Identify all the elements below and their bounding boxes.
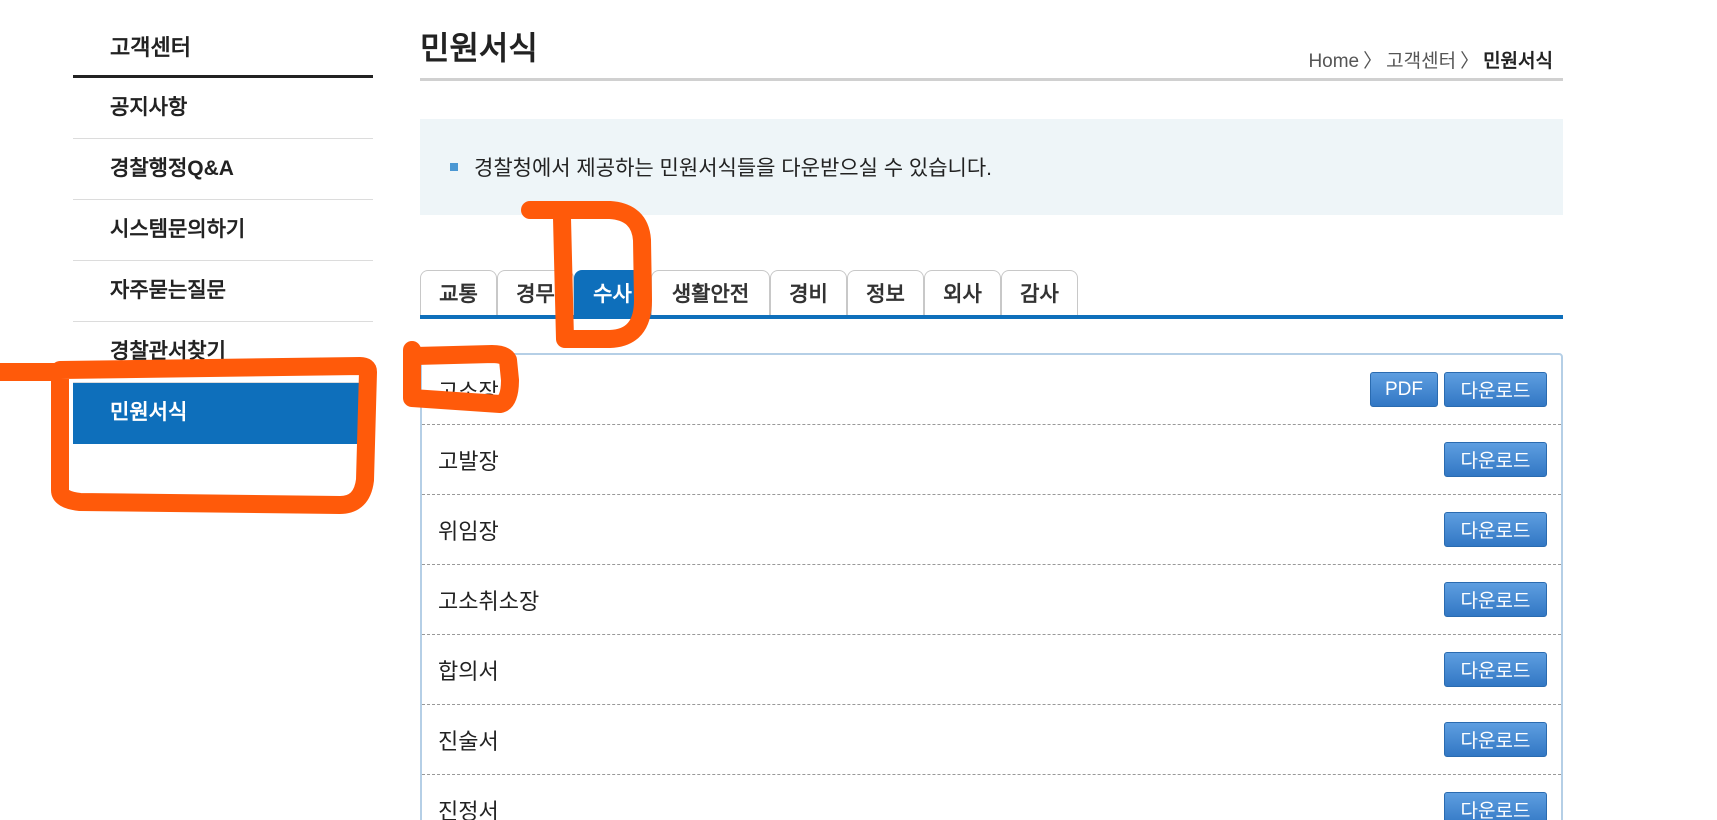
form-name: 진술서 <box>438 728 499 754</box>
download-button[interactable]: 다운로드 <box>1444 442 1547 477</box>
tab-intelligence[interactable]: 정보 <box>847 270 924 315</box>
download-button[interactable]: 다운로드 <box>1444 512 1547 547</box>
breadcrumb-customer-center[interactable]: 고객센터 <box>1386 51 1456 72</box>
tab-public-safety[interactable]: 생활안전 <box>651 270 770 315</box>
form-name: 합의서 <box>438 658 499 684</box>
sidebar-item-civil-forms[interactable]: 민원서식 <box>73 383 373 444</box>
sidebar: 고객센터 공지사항 경찰행정Q&A 시스템문의하기 자주묻는질문 경찰관서찾기 … <box>73 22 373 444</box>
breadcrumb-home[interactable]: Home <box>1308 51 1359 72</box>
main-content: 민원서식 Home 〉 고객센터 〉 민원서식 경찰청에서 제공하는 민원서식들을 다운… <box>420 22 1563 820</box>
category-tabs: 교통 경무 수사 생활안전 경비 정보 외사 감사 <box>420 268 1563 319</box>
download-button[interactable]: 다운로드 <box>1444 582 1547 617</box>
sidebar-item-system-inquiry[interactable]: 시스템문의하기 <box>73 200 373 261</box>
info-text: 경찰청에서 제공하는 민원서식들을 다운받으실 수 있습니다. <box>474 157 993 180</box>
tab-investigation[interactable]: 수사 <box>574 270 651 315</box>
download-button[interactable]: 다운로드 <box>1444 722 1547 757</box>
form-name: 고소장 <box>438 378 499 404</box>
sidebar-item-find-station[interactable]: 경찰관서찾기 <box>73 322 373 383</box>
page: 고객센터 공지사항 경찰행정Q&A 시스템문의하기 자주묻는질문 경찰관서찾기 … <box>0 0 1717 820</box>
tab-traffic[interactable]: 교통 <box>420 270 497 315</box>
form-name: 진정서 <box>438 798 499 820</box>
list-item: 고발장 다운로드 <box>422 425 1561 495</box>
list-item: 합의서 다운로드 <box>422 635 1561 705</box>
form-name: 고발장 <box>438 448 499 474</box>
form-name: 위임장 <box>438 518 499 544</box>
download-button[interactable]: 다운로드 <box>1444 792 1547 820</box>
breadcrumb-separator: 〉 <box>1460 51 1480 72</box>
sidebar-item-notice[interactable]: 공지사항 <box>73 78 373 139</box>
forms-list: 고소장 PDF 다운로드 고발장 다운로드 위임장 다운로드 고소취소장 다운로… <box>420 353 1563 820</box>
tab-security[interactable]: 경비 <box>770 270 847 315</box>
tab-audit[interactable]: 감사 <box>1001 270 1078 315</box>
sidebar-title: 고객센터 <box>73 22 373 78</box>
info-box: 경찰청에서 제공하는 민원서식들을 다운받으실 수 있습니다. <box>420 119 1563 215</box>
bullet-icon <box>450 163 458 171</box>
breadcrumb-separator: 〉 <box>1363 51 1383 72</box>
page-header: 민원서식 Home 〉 고객센터 〉 민원서식 <box>420 22 1563 81</box>
tab-general-affairs[interactable]: 경무 <box>497 270 574 315</box>
list-item: 고소취소장 다운로드 <box>422 565 1561 635</box>
sidebar-item-qna[interactable]: 경찰행정Q&A <box>73 139 373 200</box>
form-name: 고소취소장 <box>438 588 540 614</box>
breadcrumb-current: 민원서식 <box>1483 51 1553 72</box>
download-button[interactable]: 다운로드 <box>1444 652 1547 687</box>
list-item: 진정서 다운로드 <box>422 775 1561 820</box>
sidebar-item-faq[interactable]: 자주묻는질문 <box>73 261 373 322</box>
tab-foreign-affairs[interactable]: 외사 <box>924 270 1001 315</box>
pdf-button[interactable]: PDF <box>1370 372 1438 407</box>
list-item: 진술서 다운로드 <box>422 705 1561 775</box>
list-item: 위임장 다운로드 <box>422 495 1561 565</box>
sidebar-menu: 공지사항 경찰행정Q&A 시스템문의하기 자주묻는질문 경찰관서찾기 민원서식 <box>73 78 373 444</box>
download-button[interactable]: 다운로드 <box>1444 372 1547 407</box>
list-item: 고소장 PDF 다운로드 <box>422 355 1561 425</box>
breadcrumb: Home 〉 고객센터 〉 민원서식 <box>1308 46 1553 73</box>
